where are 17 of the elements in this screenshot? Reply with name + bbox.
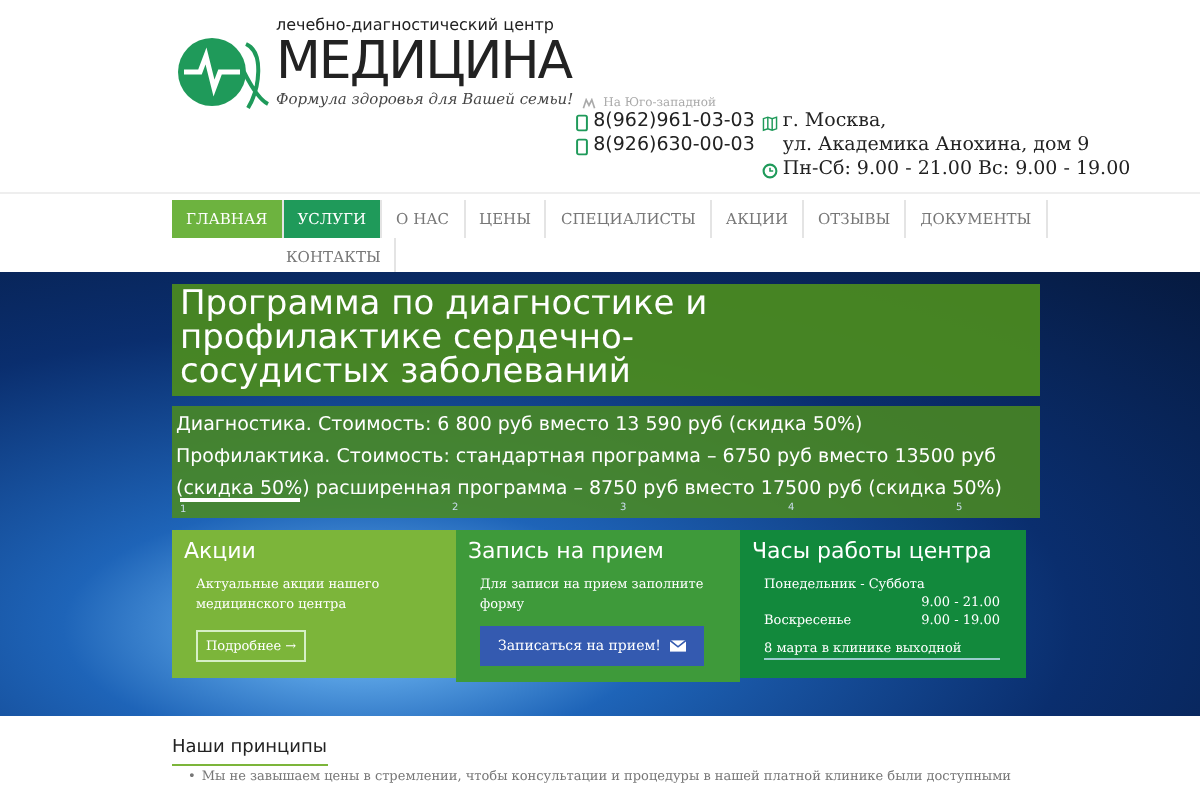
card-title: Часы работы центра bbox=[752, 536, 994, 566]
card-title: Запись на прием bbox=[468, 536, 666, 566]
slide-title: Программа по диагностике и профилактике сердечно-сосудистых заболеваний bbox=[172, 284, 1040, 396]
section-heading: Наши принципы bbox=[172, 738, 328, 766]
envelope-icon bbox=[670, 640, 687, 652]
slide-text: Диагностика. Стоимость: 6 800 руб вместо 13 590 руб (скидка 50%) bbox=[176, 412, 865, 440]
metro-icon bbox=[581, 97, 596, 109]
opening-hours: Пн-Сб: 9.00 - 21.00 Вс: 9.00 - 19.00 bbox=[782, 158, 1131, 182]
map-icon bbox=[762, 113, 779, 131]
clock-icon bbox=[762, 161, 779, 179]
phone-number: 8(962)961-03-03 bbox=[593, 110, 755, 134]
logo-title: МЕДИЦИНА bbox=[276, 34, 574, 90]
address-line: г. Москва, bbox=[782, 110, 887, 134]
card-title: Акции bbox=[184, 536, 258, 566]
logo-subtitle: лечебно-диагностический центр bbox=[276, 16, 557, 34]
phone-number: 8(926)630-00-03 bbox=[593, 134, 755, 158]
address-line: ул. Академика Анохина, дом 9 bbox=[782, 134, 1090, 158]
